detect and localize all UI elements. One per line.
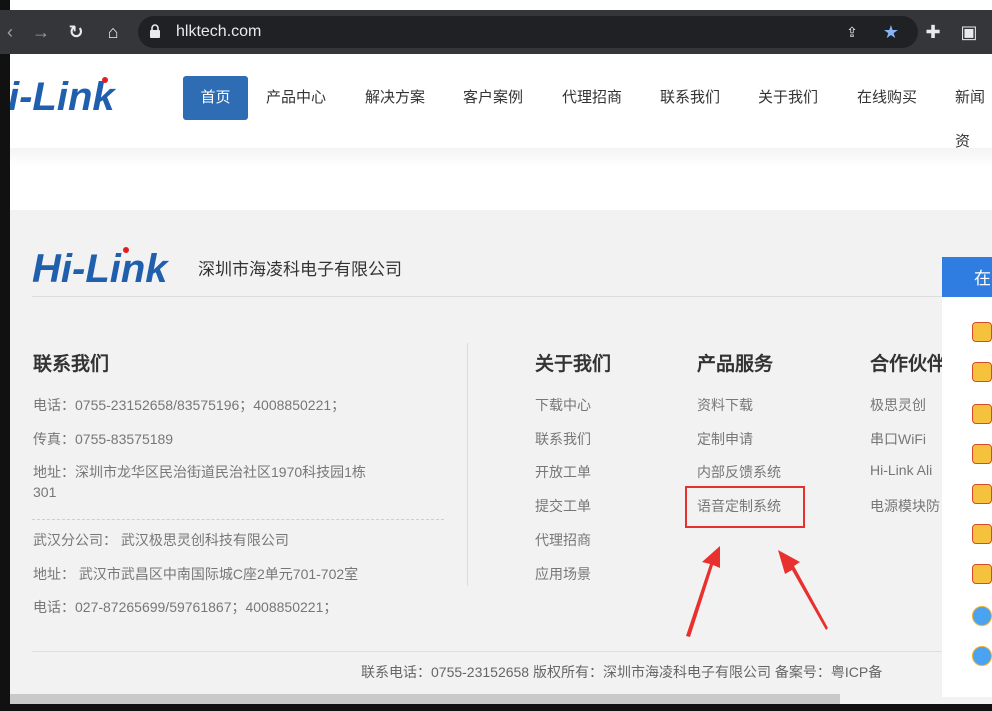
about-link-scenarios[interactable]: 应用场景 bbox=[535, 564, 591, 584]
contact-divider bbox=[32, 519, 444, 520]
reload-icon[interactable]: ↻ bbox=[64, 10, 88, 54]
contact-address-line2: 301 bbox=[33, 484, 57, 500]
nav-solutions[interactable]: 解决方案 bbox=[365, 76, 425, 120]
back-arrow-icon[interactable]: ‹ bbox=[2, 10, 18, 54]
extensions-icon[interactable]: ✚ bbox=[922, 10, 944, 54]
window-icon[interactable]: ▣ bbox=[958, 10, 980, 54]
copyright-text: 联系电话：0755-23152658 版权所有：深圳市海凌科电子有限公司 备案号… bbox=[361, 664, 883, 680]
partner-link-serial-wifi[interactable]: 串口WiFi bbox=[870, 429, 926, 449]
nav-buy-online[interactable]: 在线购买 bbox=[857, 76, 917, 120]
highlight-box bbox=[685, 486, 805, 528]
partners-title: 合作伙伴 bbox=[870, 354, 947, 375]
hilink-logo-footer: Hi-Link bbox=[32, 247, 169, 288]
nav-products[interactable]: 产品中心 bbox=[266, 76, 326, 120]
contact-fax: 传真：0755-83575189 bbox=[33, 431, 174, 447]
nav-home[interactable]: 首页 bbox=[183, 76, 248, 120]
qq-penguin-icon[interactable] bbox=[972, 564, 992, 584]
share-icon[interactable]: ⇪ bbox=[842, 10, 862, 54]
services-title: 产品服务 bbox=[697, 354, 774, 375]
service-link-custom-request[interactable]: 定制申请 bbox=[697, 429, 753, 449]
window-frame-bottom bbox=[0, 704, 992, 711]
horizontal-scrollbar[interactable] bbox=[10, 694, 840, 704]
hilink-logo-header[interactable]: i-Link bbox=[10, 68, 140, 116]
nav-about[interactable]: 关于我们 bbox=[758, 76, 818, 120]
lock-icon bbox=[150, 24, 160, 38]
footer-divider bbox=[32, 296, 942, 297]
qq-penguin-icon[interactable] bbox=[972, 322, 992, 342]
column-divider bbox=[467, 343, 468, 586]
chat-icon[interactable] bbox=[972, 606, 992, 626]
footer-logo-text: Hi-Link bbox=[32, 247, 169, 288]
window-frame-left bbox=[0, 0, 10, 711]
qq-penguin-icon[interactable] bbox=[972, 484, 992, 504]
about-link-open-ticket[interactable]: 开放工单 bbox=[535, 462, 591, 482]
wuhan-phone: 电话：027-87265699/59761867；4008850221； bbox=[33, 599, 338, 615]
forward-arrow-icon[interactable]: → bbox=[30, 10, 52, 54]
about-link-agents[interactable]: 代理招商 bbox=[535, 530, 591, 550]
home-icon[interactable]: ⌂ bbox=[100, 10, 126, 54]
nav-agents[interactable]: 代理招商 bbox=[562, 76, 622, 120]
service-link-docs[interactable]: 资料下载 bbox=[697, 395, 753, 415]
service-link-feedback[interactable]: 内部反馈系统 bbox=[697, 462, 781, 482]
url-text[interactable]: hlktech.com bbox=[176, 10, 261, 54]
about-link-contact[interactable]: 联系我们 bbox=[535, 429, 591, 449]
nav-cases[interactable]: 客户案例 bbox=[463, 76, 523, 120]
partner-link-hilink-ali[interactable]: Hi-Link Ali bbox=[870, 462, 932, 478]
online-service-title: 在 bbox=[974, 269, 991, 288]
red-arrows-annotation bbox=[686, 546, 828, 637]
contact-address-line1: 地址：深圳市龙华区民治街道民治社区1970科技园1栋 bbox=[33, 464, 366, 480]
star-icon[interactable]: ★ bbox=[880, 10, 902, 54]
about-title: 关于我们 bbox=[535, 354, 612, 375]
about-link-download[interactable]: 下载中心 bbox=[535, 395, 591, 415]
qq-penguin-icon[interactable] bbox=[972, 404, 992, 424]
company-name: 深圳市海凌科电子有限公司 bbox=[198, 260, 402, 279]
qq-penguin-icon[interactable] bbox=[972, 444, 992, 464]
browser-toolbar: ‹ → ↻ ⌂ hlktech.com ⇪ ★ ✚ ▣ bbox=[0, 10, 992, 54]
partner-link-jisi[interactable]: 极思灵创 bbox=[870, 395, 926, 415]
logo-text: i-Link bbox=[10, 75, 116, 116]
header-spacer bbox=[10, 148, 992, 210]
qq-penguin-icon[interactable] bbox=[972, 362, 992, 382]
online-service-header[interactable]: 在 bbox=[942, 257, 992, 297]
partner-link-power-module[interactable]: 电源模块防 bbox=[870, 496, 940, 516]
about-link-submit-ticket[interactable]: 提交工单 bbox=[535, 496, 591, 516]
qq-penguin-icon[interactable] bbox=[972, 524, 992, 544]
contact-title: 联系我们 bbox=[33, 354, 110, 375]
chat-icon[interactable] bbox=[972, 646, 992, 666]
nav-contact[interactable]: 联系我们 bbox=[660, 76, 720, 120]
contact-phone: 电话：0755-23152658/83575196；4008850221； bbox=[33, 397, 346, 413]
wuhan-address: 地址： 武汉市武昌区中南国际城C座2单元701-702室 bbox=[33, 566, 359, 582]
nav-news[interactable]: 新闻资 bbox=[955, 76, 992, 150]
wuhan-branch: 武汉分公司： 武汉极思灵创科技有限公司 bbox=[33, 532, 289, 548]
copyright-divider bbox=[32, 651, 942, 652]
